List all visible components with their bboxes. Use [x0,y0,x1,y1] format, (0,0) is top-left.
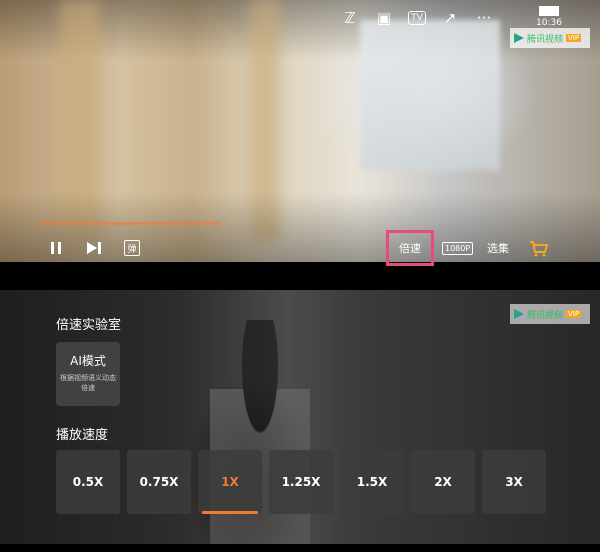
speed-button-label: 倍速 [399,242,421,255]
danmu-label: 弹 [127,244,137,255]
tencent-video-logo: 腾讯视频 VIP [510,28,590,48]
speed-option-label: 1.25X [281,475,321,489]
ai-mode-desc: 根据视频语义动态倍速 [60,374,116,392]
status-time: 10:36 [536,18,562,28]
share-icon[interactable]: ↗ [440,8,460,28]
speed-option-label: 0.5X [72,475,104,489]
video-scene-pillar [60,0,100,240]
ai-mode-card[interactable]: AI模式 根据视频语义动态倍速 [56,342,120,406]
video-scene-pillar [250,0,280,240]
ai-mode-title: AI模式 [70,354,106,368]
logo-text: 腾讯视频 [527,310,564,321]
zoom-icon[interactable]: ℤ [340,8,360,28]
quality-button[interactable]: 1080P [442,240,474,256]
cart-icon [530,241,549,257]
playback-speed-title: 播放速度 [56,428,109,443]
speed-option-3x[interactable]: 3X [482,450,546,514]
video-window-scene [360,20,500,170]
divider [0,264,600,290]
speed-lab-title: 倍速实验室 [56,318,122,333]
speed-option-1-25x[interactable]: 1.25X [269,450,333,514]
shop-button[interactable] [529,240,549,258]
logo-play-icon [514,33,524,43]
logo-text: 腾讯视频 [527,34,564,45]
speed-option-label: 2X [434,475,452,489]
episodes-label: 选集 [487,242,509,255]
logo-tag: VIP [566,310,582,318]
more-icon[interactable]: ··· [474,8,494,28]
pause-button[interactable] [48,240,64,256]
progress-bar[interactable] [40,222,220,225]
pause-icon [51,242,61,254]
speed-option-label: 0.75X [139,475,179,489]
speed-options: 0.5X 0.75X 1X 1.25X 1.5X 2X 3X [56,450,546,514]
speed-option-label: 1X [221,475,239,489]
speed-option-label: 3X [505,475,523,489]
logo-play-icon [514,309,524,319]
episodes-button[interactable]: 选集 [487,240,509,256]
speed-panel: 腾讯视频 VIP 倍速实验室 AI模式 根据视频语义动态倍速 播放速度 0.5X… [0,290,600,544]
tv-icon[interactable]: TV [408,11,426,25]
battery-icon [539,6,559,16]
speed-option-label: 1.5X [356,475,388,489]
quality-label: 1080P [442,241,474,255]
player-top-toolbar: ℤ ▣ TV ↗ ··· [340,8,494,28]
status-bar: 10:36 [534,6,564,28]
speed-option-0-5x[interactable]: 0.5X [56,450,120,514]
bottom-bar [0,544,600,552]
speed-option-1-5x[interactable]: 1.5X [340,450,404,514]
next-icon [87,242,101,254]
speed-option-0-75x[interactable]: 0.75X [127,450,191,514]
selected-indicator [202,511,258,514]
screenshot-icon[interactable]: ▣ [374,8,394,28]
next-button[interactable] [86,240,102,256]
danmu-button[interactable]: 弹 [124,240,140,256]
speed-option-2x[interactable]: 2X [411,450,475,514]
speed-button[interactable]: 倍速 [386,230,434,266]
panel-logo: 腾讯视频 VIP [510,304,590,324]
logo-tag: VIP [566,34,582,42]
speed-option-1x[interactable]: 1X [198,450,262,514]
player-controls: 弹 倍速 1080P 选集 [0,230,600,266]
